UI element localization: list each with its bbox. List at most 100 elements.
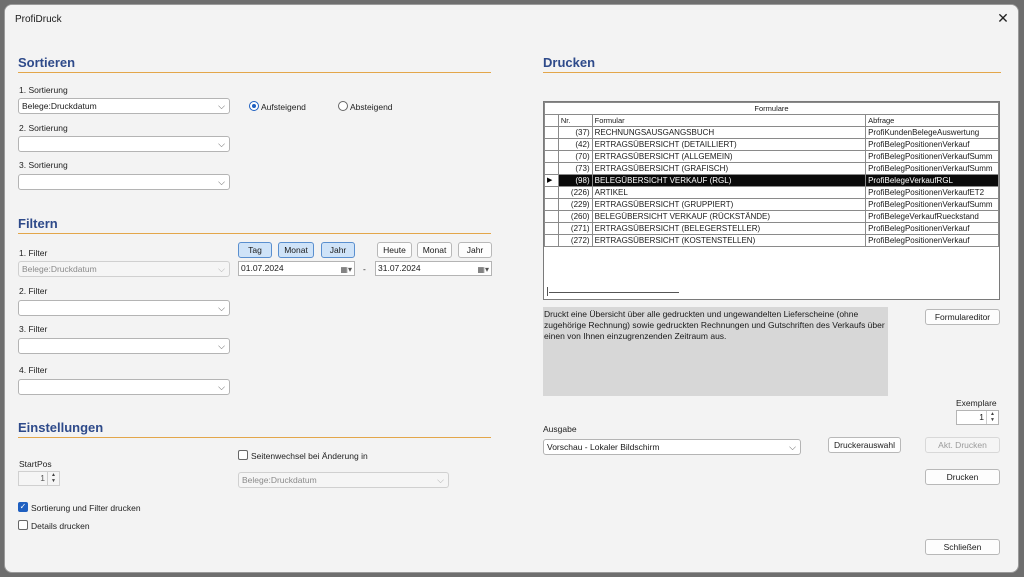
seitenwechsel-checkbox[interactable] <box>238 450 248 460</box>
filter-jahr-button[interactable]: Jahr <box>321 242 355 258</box>
exemplare-label: Exemplare <box>956 398 997 408</box>
grid-row[interactable]: (42) ERTRAGSÜBERSICHT (DETAILLIERT) ProfiB… <box>544 138 999 151</box>
startpos-stepper[interactable]: 1 ▲ ▼ <box>18 471 60 486</box>
filter-monat-button[interactable]: Monat <box>278 242 314 258</box>
grid-row[interactable]: (226) ARTIKEL ProfiBelegPositionenVerkaufE… <box>544 186 999 199</box>
filter4-select[interactable]: ⌵ <box>18 379 230 395</box>
date-to-input[interactable]: 31.07.2024 ▦▾ <box>375 261 492 276</box>
grid-cell-abfrage: ProfiBelegPositionenVerkaufET2 <box>865 186 999 199</box>
grid-row[interactable]: (272) ERTRAGSÜBERSICHT (KOSTENSTELLEN) Pro… <box>544 234 999 247</box>
druckerauswahl-button[interactable]: Druckerauswahl <box>828 437 901 453</box>
grid-row[interactable]: (271) ERTRAGSÜBERSICHT (BELEGERSTELLER) Pr… <box>544 222 999 235</box>
formulare-table: Formulare Nr. Formular Abfrage (37) RECHN… <box>544 102 999 247</box>
date-separator: - <box>363 264 366 274</box>
grid-row[interactable]: (229) ERTRAGSÜBERSICHT (GRUPPIERT) ProfiBe… <box>544 198 999 211</box>
exemplare-stepper[interactable]: 1 ▲ ▼ <box>956 410 999 425</box>
filter-tag-button[interactable]: Tag <box>238 242 272 258</box>
grid-cell-abfrage: ProfiBelegPositionenVerkauf <box>865 234 999 247</box>
grid-cell-nr: (98) <box>557 174 593 187</box>
chevron-down-icon: ⌵ <box>437 475 444 485</box>
grid-cell-nr: (272) <box>557 234 593 247</box>
sort1-value: Belege:Druckdatum <box>22 101 97 111</box>
row-indicator <box>544 138 559 151</box>
ausgabe-value: Vorschau - Lokaler Bildschirm <box>547 442 660 452</box>
grid-header-abfrage[interactable]: Abfrage <box>865 114 999 127</box>
grid-cell-nr: (226) <box>557 186 593 199</box>
section-title-sortieren: Sortieren <box>18 55 76 70</box>
grid-cell-abfrage: ProfiBelegPositionenVerkaufSumm <box>865 150 999 163</box>
calendar-icon[interactable]: ▦▾ <box>477 263 489 276</box>
stepper-arrows-icon[interactable]: ▲ ▼ <box>47 472 59 485</box>
grid-header-formular[interactable]: Formular <box>591 114 867 127</box>
grid-cell-nr: (260) <box>557 210 593 223</box>
schliessen-button[interactable]: Schließen <box>925 539 1000 555</box>
sort3-label: 3. Sortierung <box>19 160 68 170</box>
grid-cell-abfrage: ProfiKundenBelegeAuswertung <box>865 126 999 139</box>
grid-cell-formular: ERTRAGSÜBERSICHT (KOSTENSTELLEN) <box>591 234 867 247</box>
drucken-button[interactable]: Drucken <box>925 469 1000 485</box>
grid-cell-nr: (229) <box>557 198 593 211</box>
grid-cell-nr: (70) <box>557 150 593 163</box>
details-print-checkbox[interactable] <box>18 520 28 530</box>
grid-cell-formular: ARTIKEL <box>591 186 867 199</box>
sortfilter-print-checkbox[interactable]: ✓ <box>18 502 28 512</box>
filter1-label: 1. Filter <box>19 248 48 258</box>
row-indicator <box>544 162 559 175</box>
chevron-down-icon: ⌵ <box>789 442 796 452</box>
grid-cell-abfrage: ProfiBelegPositionenVerkaufSumm <box>865 162 999 175</box>
section-divider <box>543 72 1001 73</box>
sort1-select[interactable]: Belege:Druckdatum ⌵ <box>18 98 230 114</box>
sort1-label: 1. Sortierung <box>19 85 68 95</box>
filter4-label: 4. Filter <box>19 365 48 375</box>
sort3-select[interactable]: ⌵ <box>18 174 230 190</box>
grid-horizontal-scrollbar[interactable] <box>549 292 679 293</box>
grid-row[interactable]: ▶ (98) BELEGÜBERSICHT VERKAUF (RGL) ProfiBe… <box>544 174 999 187</box>
grid-cell-abfrage: ProfiBelegPositionenVerkauf <box>865 222 999 235</box>
filter-jahr2-button[interactable]: Jahr <box>458 242 492 258</box>
chevron-down-icon: ⌵ <box>218 303 225 313</box>
grid-cell-nr: (37) <box>557 126 593 139</box>
filter1-select: Belege:Druckdatum ⌵ <box>18 261 230 277</box>
filter-heute-button[interactable]: Heute <box>377 242 412 258</box>
chevron-down-icon: ⌵ <box>218 177 225 187</box>
row-indicator <box>544 186 559 199</box>
sort2-select[interactable]: ⌵ <box>18 136 230 152</box>
grid-row[interactable]: (260) BELEGÜBERSICHT VERKAUF (RÜCKSTÄNDE)… <box>544 210 999 223</box>
grid-cell-abfrage: ProfiBelegeVerkaufRueckstand <box>865 210 999 223</box>
details-print-label: Details drucken <box>31 521 90 531</box>
grid-row[interactable]: (73) ERTRAGSÜBERSICHT (GRAFISCH) ProfiBele… <box>544 162 999 175</box>
startpos-label: StartPos <box>19 459 52 469</box>
chevron-down-icon: ⌵ <box>218 264 225 274</box>
row-indicator <box>544 210 559 223</box>
ausgabe-select[interactable]: Vorschau - Lokaler Bildschirm ⌵ <box>543 439 801 455</box>
title-bar: ProfiDruck ✕ <box>5 5 1018 33</box>
grid-cell-nr: (73) <box>557 162 593 175</box>
grid-row[interactable]: (37) RECHNUNGSAUSGANGSBUCH ProfiKundenBele… <box>544 126 999 139</box>
filter3-label: 3. Filter <box>19 324 48 334</box>
chevron-down-icon: ⌵ <box>218 139 225 149</box>
grid-cell-abfrage: ProfiBelegPositionenVerkauf <box>865 138 999 151</box>
grid-cell-formular: BELEGÜBERSICHT VERKAUF (RGL) <box>591 174 867 187</box>
stepper-arrows-icon[interactable]: ▲ ▼ <box>986 411 998 424</box>
ascending-label: Aufsteigend <box>261 102 306 112</box>
seitenwechsel-value: Belege:Druckdatum <box>242 475 317 485</box>
filter-monat2-button[interactable]: Monat <box>417 242 452 258</box>
section-divider <box>18 233 491 234</box>
close-icon[interactable]: ✕ <box>992 8 1014 30</box>
date-from-input[interactable]: 01.07.2024 ▦▾ <box>238 261 355 276</box>
descending-radio[interactable] <box>338 101 348 111</box>
formulare-grid[interactable]: Formulare Nr. Formular Abfrage (37) RECHN… <box>543 101 1000 300</box>
grid-header-row: Nr. Formular Abfrage <box>544 114 999 127</box>
grid-row[interactable]: (70) ERTRAGSÜBERSICHT (ALLGEMEIN) ProfiBel… <box>544 150 999 163</box>
grid-cell-formular: ERTRAGSÜBERSICHT (GRUPPIERT) <box>591 198 867 211</box>
ascending-radio[interactable] <box>249 101 259 111</box>
chevron-down-icon: ⌵ <box>218 101 225 111</box>
grid-scrollbar-edge <box>547 287 548 296</box>
calendar-icon[interactable]: ▦▾ <box>340 263 352 276</box>
grid-caption: Formulare <box>544 102 999 115</box>
formulareditor-button[interactable]: Formulareditor <box>925 309 1000 325</box>
grid-cell-formular: ERTRAGSÜBERSICHT (GRAFISCH) <box>591 162 867 175</box>
filter3-select[interactable]: ⌵ <box>18 338 230 354</box>
filter2-select[interactable]: ⌵ <box>18 300 230 316</box>
grid-header-nr[interactable]: Nr. <box>557 114 593 127</box>
